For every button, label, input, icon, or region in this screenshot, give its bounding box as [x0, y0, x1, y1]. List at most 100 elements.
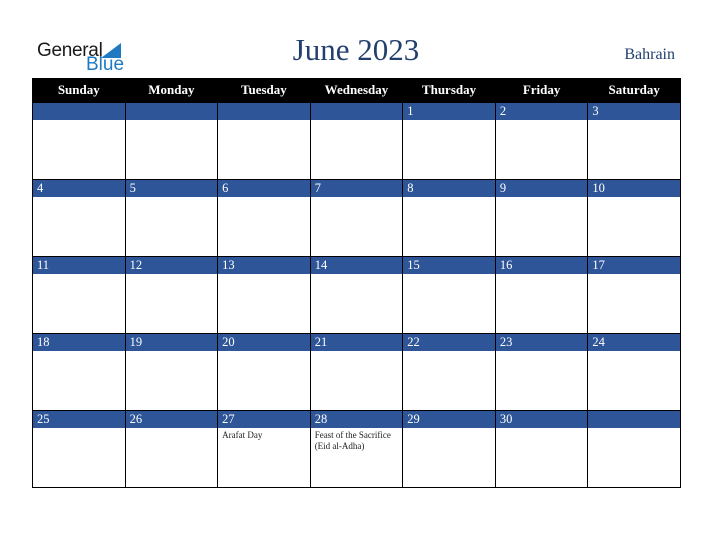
day-number: 25 — [33, 411, 125, 428]
day-number: 10 — [588, 180, 680, 197]
holiday-event — [126, 274, 218, 276]
day-number: 17 — [588, 257, 680, 274]
weekday-header-row: Sunday Monday Tuesday Wednesday Thursday Frid… — [32, 78, 681, 103]
week-row: 4 5 6 7 8 9 10 — [32, 179, 681, 257]
day-cell[interactable]: 10 — [587, 179, 681, 257]
day-number: 13 — [218, 257, 310, 274]
calendar-grid: Sunday Monday Tuesday Wednesday Thursday Frid… — [32, 78, 681, 488]
day-number: 22 — [403, 334, 495, 351]
day-number: 23 — [495, 334, 588, 351]
weekday-tuesday: Tuesday — [217, 78, 311, 103]
day-number: 18 — [33, 334, 125, 351]
day-cell[interactable] — [309, 102, 404, 180]
day-cell[interactable]: 4 — [32, 179, 126, 257]
day-cell[interactable]: 18 — [32, 333, 126, 411]
day-number: 1 — [403, 103, 495, 120]
week-row: 25 26 27 Arafat Day 28 Feast of the Sacrifice… — [32, 410, 681, 488]
day-cell[interactable]: 5 — [124, 179, 219, 257]
day-cell[interactable]: 24 — [587, 333, 681, 411]
holiday-event — [588, 274, 680, 276]
day-number: 28 — [310, 411, 403, 428]
day-number — [218, 103, 310, 120]
day-cell[interactable]: 12 — [124, 256, 219, 334]
country-label: Bahrain — [624, 46, 675, 63]
day-cell[interactable]: 25 — [32, 410, 126, 488]
day-cell[interactable]: 14 — [309, 256, 404, 334]
day-number: 26 — [125, 411, 218, 428]
day-cell[interactable]: 23 — [494, 333, 589, 411]
holiday-event — [126, 428, 218, 430]
day-cell[interactable]: 11 — [32, 256, 126, 334]
week-row: 18 19 20 21 22 23 24 — [32, 333, 681, 411]
holiday-event: Feast of the Sacrifice (Eid al-Adha) — [314, 430, 391, 451]
holiday-event — [33, 197, 125, 199]
day-cell[interactable]: 19 — [124, 333, 219, 411]
holiday-event — [496, 351, 588, 353]
holiday-event — [218, 274, 310, 276]
day-cell[interactable]: 6 — [217, 179, 311, 257]
holiday-event — [126, 120, 218, 122]
day-number: 7 — [310, 180, 403, 197]
day-cell[interactable]: 17 — [587, 256, 681, 334]
day-cell[interactable]: 30 — [494, 410, 589, 488]
day-cell[interactable]: 2 — [494, 102, 589, 180]
day-cell[interactable]: 15 — [402, 256, 496, 334]
weekday-friday: Friday — [494, 78, 589, 103]
day-cell[interactable]: 20 — [217, 333, 311, 411]
weekday-saturday: Saturday — [587, 78, 681, 103]
weekday-wednesday: Wednesday — [309, 78, 404, 103]
day-cell[interactable]: 29 — [402, 410, 496, 488]
day-number: 16 — [495, 257, 588, 274]
holiday-event — [588, 428, 680, 430]
holiday-event — [33, 120, 125, 122]
holiday-event — [588, 120, 680, 122]
holiday-event — [588, 197, 680, 199]
holiday-event — [33, 274, 125, 276]
day-number: 6 — [218, 180, 310, 197]
holiday-event — [588, 351, 680, 353]
day-cell[interactable]: 8 — [402, 179, 496, 257]
holiday-event — [126, 197, 218, 199]
day-number: 2 — [495, 103, 588, 120]
holiday-event — [403, 274, 495, 276]
holiday-event — [311, 351, 403, 353]
day-cell[interactable]: 16 — [494, 256, 589, 334]
day-cell[interactable]: 28 Feast of the Sacrifice (Eid al-Adha) — [309, 410, 404, 488]
day-number: 9 — [495, 180, 588, 197]
day-cell[interactable]: 26 — [124, 410, 219, 488]
weekday-sunday: Sunday — [32, 78, 126, 103]
day-cell[interactable] — [587, 410, 681, 488]
day-cell[interactable]: 22 — [402, 333, 496, 411]
day-cell[interactable]: 3 — [587, 102, 681, 180]
day-number — [33, 103, 125, 120]
day-cell[interactable]: 9 — [494, 179, 589, 257]
day-number: 21 — [310, 334, 403, 351]
day-cell[interactable]: 21 — [309, 333, 404, 411]
day-cell[interactable] — [217, 102, 311, 180]
holiday-event — [218, 120, 310, 122]
holiday-event — [403, 120, 495, 122]
holiday-event — [496, 197, 588, 199]
holiday-event — [311, 197, 403, 199]
day-number: 11 — [33, 257, 125, 274]
day-cell[interactable]: 13 — [217, 256, 311, 334]
week-row: 11 12 13 14 15 16 17 — [32, 256, 681, 334]
day-cell[interactable]: 1 — [402, 102, 496, 180]
day-number: 8 — [403, 180, 495, 197]
holiday-event — [403, 428, 495, 430]
day-cell[interactable]: 27 Arafat Day — [217, 410, 311, 488]
day-number: 29 — [403, 411, 495, 428]
day-cell[interactable]: 7 — [309, 179, 404, 257]
holiday-event — [33, 428, 125, 430]
day-number: 5 — [125, 180, 218, 197]
holiday-event — [496, 428, 588, 430]
holiday-event — [403, 351, 495, 353]
day-number: 4 — [33, 180, 125, 197]
day-cell[interactable] — [32, 102, 126, 180]
holiday-event: Arafat Day — [222, 430, 263, 440]
holiday-event — [33, 351, 125, 353]
day-number — [588, 411, 680, 428]
holiday-event — [311, 120, 403, 122]
day-cell[interactable] — [124, 102, 219, 180]
day-number: 15 — [403, 257, 495, 274]
